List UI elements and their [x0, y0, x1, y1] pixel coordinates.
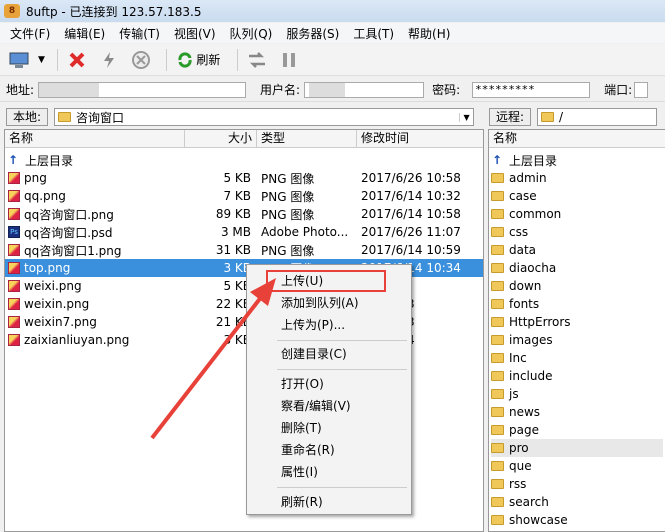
annotation-arrow: [150, 278, 276, 440]
